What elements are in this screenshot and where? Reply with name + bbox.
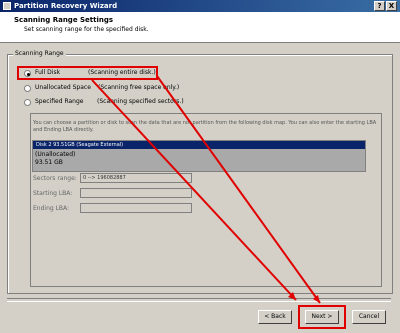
arrow-line-b (156, 75, 321, 304)
arrow-line-a (91, 79, 297, 301)
annotation-arrows (91, 75, 321, 304)
